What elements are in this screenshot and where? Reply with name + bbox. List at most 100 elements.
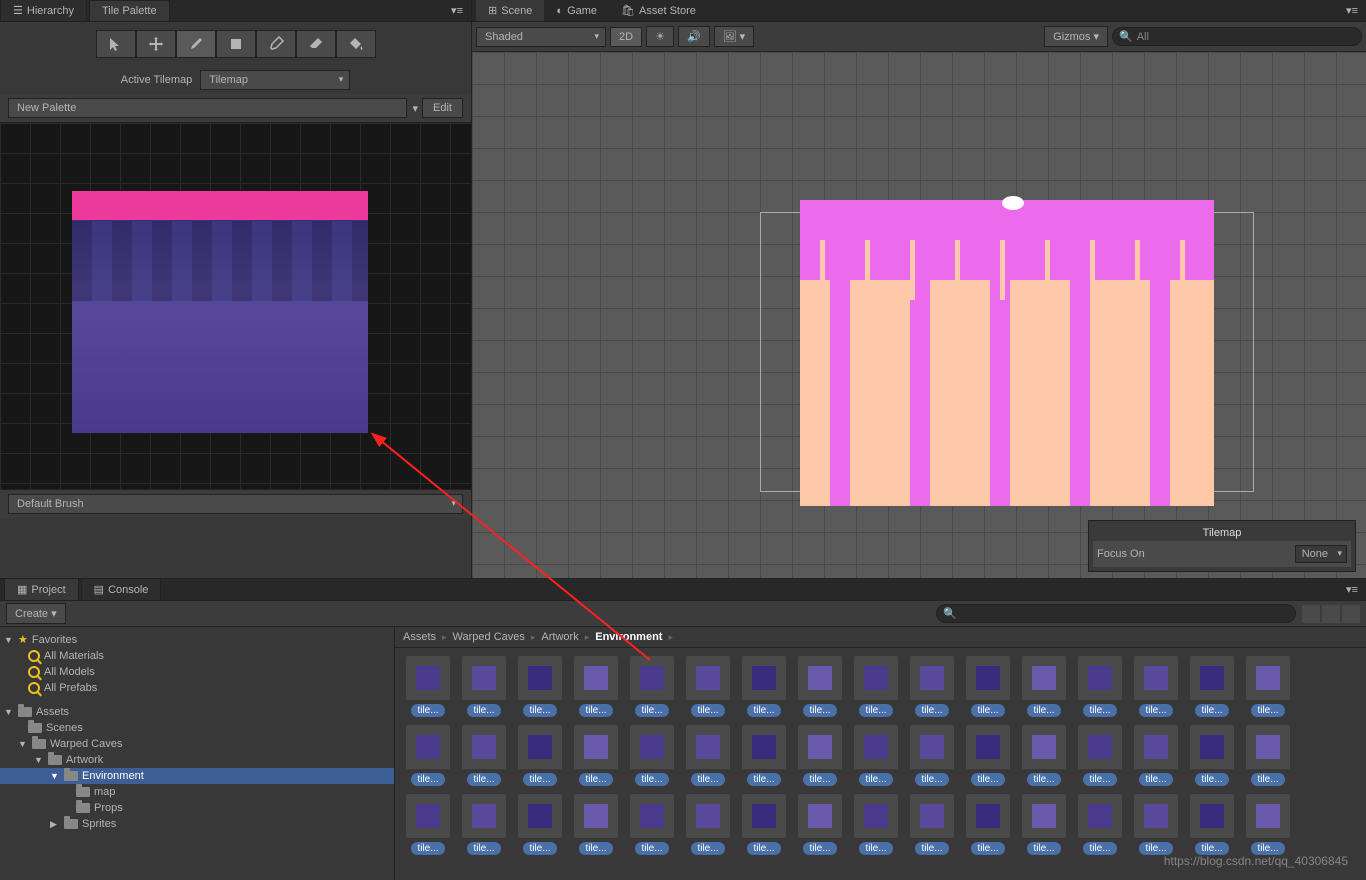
tree-map[interactable]: map [0, 784, 394, 800]
tree-all-models[interactable]: All Models [0, 664, 394, 680]
panel-menu-icon[interactable]: ▾≡ [1338, 0, 1366, 21]
asset-tile[interactable]: tile... [795, 656, 845, 717]
tree-all-prefabs[interactable]: All Prefabs [0, 680, 394, 696]
tree-props[interactable]: Props [0, 800, 394, 816]
scene-view[interactable]: Tilemap Focus On None [472, 52, 1366, 578]
asset-tile[interactable]: tile... [627, 794, 677, 855]
favorite-icon[interactable] [1342, 605, 1360, 623]
filter-icon[interactable] [1302, 605, 1320, 623]
asset-tile[interactable]: tile... [739, 656, 789, 717]
edit-button[interactable]: Edit [422, 98, 463, 118]
asset-tile[interactable]: tile... [627, 656, 677, 717]
bc-warped-caves[interactable]: Warped Caves [453, 631, 525, 643]
lighting-button[interactable]: ☀ [646, 26, 674, 47]
asset-tile[interactable]: tile... [1187, 794, 1237, 855]
asset-tile[interactable]: tile... [1243, 794, 1293, 855]
tree-sprites[interactable]: ▶Sprites [0, 816, 394, 832]
eraser-tool[interactable] [296, 30, 336, 58]
panel-menu-icon[interactable]: ▾≡ [443, 0, 471, 21]
asset-tile[interactable]: tile... [1187, 725, 1237, 786]
asset-tile[interactable]: tile... [627, 725, 677, 786]
asset-tile[interactable]: tile... [683, 656, 733, 717]
tree-favorites[interactable]: ▼★Favorites [0, 631, 394, 648]
asset-tile[interactable]: tile... [851, 656, 901, 717]
asset-tile[interactable]: tile... [739, 794, 789, 855]
fill-tool[interactable] [336, 30, 376, 58]
asset-tile[interactable]: tile... [571, 794, 621, 855]
palette-dropdown[interactable]: New Palette [8, 98, 407, 118]
asset-tile[interactable]: tile... [907, 656, 957, 717]
asset-tile[interactable]: tile... [571, 725, 621, 786]
asset-tile[interactable]: tile... [403, 725, 453, 786]
brush-tool[interactable] [176, 30, 216, 58]
asset-tile[interactable]: tile... [459, 656, 509, 717]
tree-warped-caves[interactable]: ▼Warped Caves [0, 736, 394, 752]
asset-tile[interactable]: tile... [1019, 794, 1069, 855]
asset-tile[interactable]: tile... [1075, 794, 1125, 855]
tree-scenes[interactable]: Scenes [0, 720, 394, 736]
asset-tile[interactable]: tile... [403, 656, 453, 717]
audio-button[interactable]: 🔊 [678, 26, 710, 47]
asset-tile[interactable]: tile... [571, 656, 621, 717]
asset-tile[interactable]: tile... [795, 725, 845, 786]
asset-tile[interactable]: tile... [907, 794, 957, 855]
asset-tile[interactable]: tile... [683, 725, 733, 786]
palette-view[interactable] [0, 123, 471, 489]
scene-content[interactable] [800, 200, 1214, 506]
asset-tile[interactable]: tile... [1075, 725, 1125, 786]
tab-project[interactable]: ▦Project [4, 578, 79, 600]
asset-tile[interactable]: tile... [1131, 656, 1181, 717]
scene-search[interactable]: 🔍 All [1112, 27, 1362, 46]
tab-game[interactable]: ◐Game [544, 1, 609, 21]
bc-environment[interactable]: Environment [595, 631, 662, 643]
asset-tile[interactable]: tile... [1019, 656, 1069, 717]
tilemap-dropdown[interactable]: Tilemap [200, 70, 350, 90]
tab-hierarchy[interactable]: ☰ Hierarchy [0, 0, 87, 21]
asset-tile[interactable]: tile... [1243, 725, 1293, 786]
asset-tile[interactable]: tile... [963, 794, 1013, 855]
asset-tile[interactable]: tile... [907, 725, 957, 786]
asset-tile[interactable]: tile... [795, 794, 845, 855]
tab-asset-store[interactable]: 🛍Asset Store [609, 0, 708, 21]
tileset-preview[interactable] [72, 191, 368, 433]
select-tool[interactable] [96, 30, 136, 58]
asset-tile[interactable]: tile... [515, 656, 565, 717]
asset-tile[interactable]: tile... [1131, 725, 1181, 786]
gizmos-dropdown[interactable]: Gizmos ▾ [1044, 26, 1108, 47]
brush-dropdown[interactable]: Default Brush [8, 494, 463, 514]
tree-assets[interactable]: ▼Assets [0, 704, 394, 720]
asset-tile[interactable]: tile... [515, 725, 565, 786]
asset-tile[interactable]: tile... [1131, 794, 1181, 855]
bc-artwork[interactable]: Artwork [541, 631, 578, 643]
asset-tile[interactable]: tile... [1187, 656, 1237, 717]
asset-tile[interactable]: tile... [851, 725, 901, 786]
shading-dropdown[interactable]: Shaded [476, 27, 606, 47]
tab-scene[interactable]: ⊞Scene [476, 0, 544, 21]
asset-tile[interactable]: tile... [459, 794, 509, 855]
label-icon[interactable] [1322, 605, 1340, 623]
tab-console[interactable]: ▤Console [81, 578, 162, 600]
asset-tile[interactable]: tile... [963, 725, 1013, 786]
picker-tool[interactable] [256, 30, 296, 58]
move-tool[interactable] [136, 30, 176, 58]
asset-tile[interactable]: tile... [963, 656, 1013, 717]
asset-tile[interactable]: tile... [1243, 656, 1293, 717]
tab-tile-palette[interactable]: Tile Palette [89, 0, 170, 21]
asset-tile[interactable]: tile... [683, 794, 733, 855]
asset-tile[interactable]: tile... [403, 794, 453, 855]
tree-artwork[interactable]: ▼Artwork [0, 752, 394, 768]
create-dropdown[interactable]: Create ▾ [6, 603, 66, 624]
effects-button[interactable]: 🖼 ▾ [714, 26, 755, 47]
asset-tile[interactable]: tile... [851, 794, 901, 855]
tree-all-materials[interactable]: All Materials [0, 648, 394, 664]
asset-tile[interactable]: tile... [1019, 725, 1069, 786]
mode-2d-button[interactable]: 2D [610, 27, 642, 47]
asset-tile[interactable]: tile... [739, 725, 789, 786]
panel-menu-icon[interactable]: ▾≡ [1338, 579, 1366, 600]
box-tool[interactable] [216, 30, 256, 58]
bc-assets[interactable]: Assets [403, 631, 436, 643]
asset-tile[interactable]: tile... [515, 794, 565, 855]
tree-environment[interactable]: ▼Environment [0, 768, 394, 784]
asset-tile[interactable]: tile... [1075, 656, 1125, 717]
focus-dropdown[interactable]: None [1295, 545, 1347, 563]
